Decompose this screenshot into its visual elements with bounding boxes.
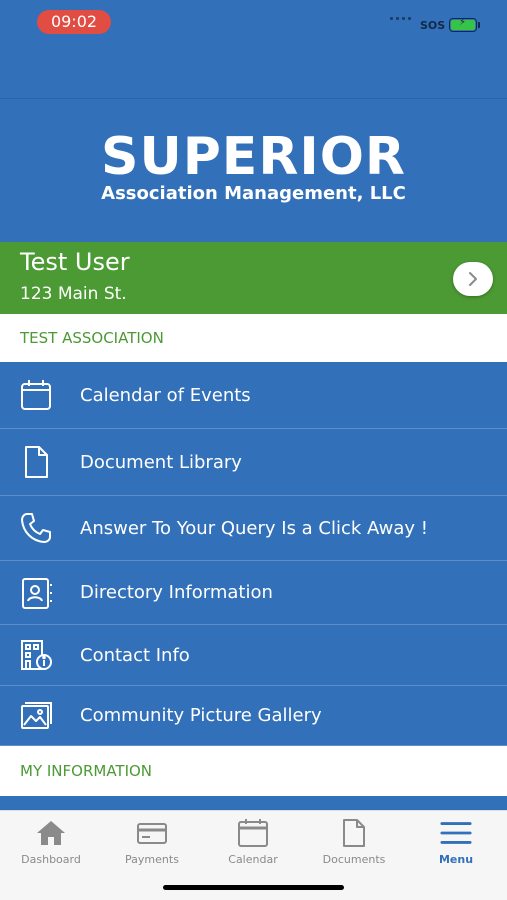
brand-logo-subtitle: Association Management, LLC [101, 183, 406, 204]
phone-icon [18, 510, 54, 546]
brand-logo-title: SUPERIOR [101, 127, 406, 187]
tab-label: Dashboard [21, 853, 81, 866]
home-indicator[interactable] [163, 885, 344, 890]
menu-item-directory-information[interactable]: Directory Information [0, 561, 507, 625]
chevron-right-icon [469, 272, 477, 286]
credit-card-icon [136, 817, 168, 849]
tab-dashboard[interactable]: Dashboard [1, 811, 101, 871]
status-bar: 09:02 SOS ⚡ [0, 0, 507, 98]
menu-item-calendar-of-events[interactable]: Calendar of Events [0, 362, 507, 429]
signal-icon [390, 17, 411, 20]
menu-item-contact-info[interactable]: Contact Info [0, 625, 507, 686]
menu-item-answer-query[interactable]: Answer To Your Query Is a Click Away ! [0, 496, 507, 561]
menu-item-label: Answer To Your Query Is a Click Away ! [80, 517, 428, 539]
status-time: 09:02 [37, 10, 111, 34]
menu-item-label: Community Picture Gallery [80, 705, 322, 726]
menu-icon [440, 817, 472, 849]
user-details-button[interactable] [453, 262, 493, 296]
section-header-my-information: MY INFORMATION [0, 746, 507, 796]
menu-item-community-picture-gallery[interactable]: Community Picture Gallery [0, 686, 507, 746]
gallery-icon [18, 698, 54, 734]
carrier-label: SOS [420, 19, 446, 32]
section-header-label: TEST ASSOCIATION [20, 329, 164, 347]
calendar-icon [18, 377, 54, 413]
tab-label: Documents [322, 853, 386, 866]
user-address: 123 Main St. [20, 284, 127, 304]
menu-item-label: Directory Information [80, 582, 273, 603]
home-icon [35, 817, 67, 849]
battery-cap [478, 22, 480, 28]
tab-label: Payments [125, 853, 179, 866]
document-icon [338, 817, 370, 849]
menu-item-label: Calendar of Events [80, 384, 251, 406]
document-icon [18, 444, 54, 480]
building-info-icon [18, 637, 54, 673]
tab-label: Menu [438, 853, 474, 866]
menu-item-label: Document Library [80, 451, 242, 473]
user-name: Test User [20, 248, 130, 276]
tab-calendar[interactable]: Calendar [203, 811, 303, 871]
calendar-icon [237, 817, 269, 849]
section-header-label: MY INFORMATION [20, 762, 153, 780]
menu-item-label: Contact Info [80, 644, 190, 666]
tab-payments[interactable]: Payments [102, 811, 202, 871]
brand-header: SUPERIOR Association Management, LLC [0, 98, 507, 242]
contact-book-icon [18, 575, 54, 611]
menu-item-document-library[interactable]: Document Library [0, 429, 507, 496]
tab-label: Calendar [228, 853, 278, 866]
battery-icon: ⚡ [449, 17, 477, 32]
menu-item-partial[interactable] [0, 796, 507, 810]
user-card[interactable]: Test User 123 Main St. [0, 242, 507, 314]
tab-menu[interactable]: Menu [406, 811, 506, 871]
tab-documents[interactable]: Documents [304, 811, 404, 871]
section-header-association: TEST ASSOCIATION [0, 314, 507, 362]
